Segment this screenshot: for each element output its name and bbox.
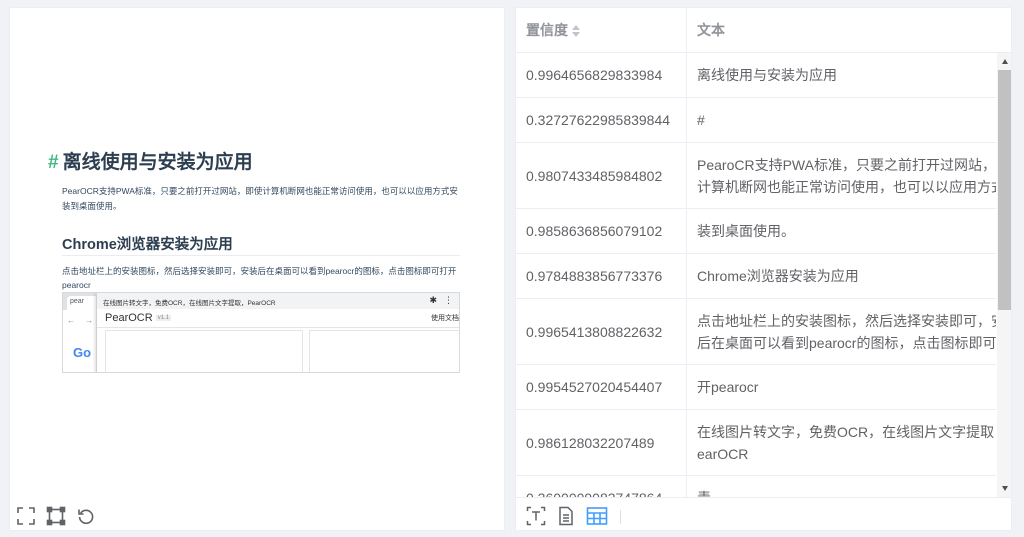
text-line: Chrome浏览器安装为应用 <box>697 268 859 284</box>
table-row[interactable]: 0.9858636856079102 装到桌面使用。 <box>516 209 996 254</box>
preview-divider <box>62 255 460 256</box>
confidence-cell: 0.9964656829833984 <box>516 53 687 97</box>
text-cell: 青 <box>687 476 996 497</box>
heading-text: 离线使用与安装为应用 <box>62 152 253 173</box>
popup-version-badge: v1.1 <box>155 315 172 322</box>
heading-hash: # <box>48 152 59 173</box>
popup-docs-link: 使用文档 <box>431 315 459 322</box>
image-toolbar <box>15 505 97 529</box>
scroll-down-arrow-icon[interactable] <box>1002 486 1008 491</box>
text-cell: PearoCR支持PWA标准，只要之前打开过网站，即使 计算机断网也能正常访问使用… <box>687 143 996 208</box>
confidence-header-label: 置信度 <box>526 22 568 38</box>
table-row[interactable]: 0.9964656829833984 离线使用与安装为应用 <box>516 53 996 98</box>
confidence-cell: 0.3600009083747864 <box>516 476 687 497</box>
table-row[interactable]: 0.9784883856773376 Chrome浏览器安装为应用 <box>516 254 996 299</box>
confidence-cell: 0.9858636856079102 <box>516 209 687 253</box>
nav-arrows-icon: ← → <box>67 316 98 325</box>
text-line: 计算机断网也能正常访问使用，也可以以应用方式安 <box>697 178 996 195</box>
popup-app-name: PearOCR <box>105 312 153 324</box>
confidence-cell: 0.9784883856773376 <box>516 254 687 298</box>
google-logo: Go <box>73 345 92 360</box>
popup-app-title: PearOCR v1.1 <box>105 312 172 324</box>
text-recognize-icon[interactable] <box>525 505 547 527</box>
table-row[interactable]: 0.9965413808822632 点击地址栏上的安装图标，然后选择安装即可，安… <box>516 299 996 365</box>
confidence-cell: 0.9807433485984802 <box>516 143 687 208</box>
text-line: earOCR <box>697 445 749 462</box>
vertical-scrollbar[interactable] <box>997 53 1011 497</box>
text-cell: 离线使用与安装为应用 <box>687 53 996 97</box>
text-cell: # <box>687 98 996 142</box>
confidence-cell: 0.32727622985839844 <box>516 98 687 142</box>
table-icon[interactable] <box>586 505 608 527</box>
confidence-cell: 0.9954527020454407 <box>516 365 687 409</box>
popup-title-bar: 在线图片转文字，免费OCR，在线图片文字提取，PearOCR <box>97 293 459 309</box>
crop-icon[interactable] <box>45 505 67 527</box>
text-cell: 装到桌面使用。 <box>687 209 996 253</box>
text-line: 开pearocr <box>697 379 759 395</box>
toolbar-divider <box>620 510 621 524</box>
rotate-icon[interactable] <box>75 505 97 527</box>
preview-browser-screenshot: pear ← → Go 在线图片转文字，免费OCR，在线图片文字提取，PearO… <box>62 292 460 373</box>
column-header-text: 文本 <box>697 22 725 38</box>
puzzle-icon: ✱ <box>429 295 437 305</box>
text-line: 在线图片转文字，免费OCR，在线图片文字提取，P <box>697 423 996 440</box>
confidence-cell: 0.986128032207489 <box>516 410 687 475</box>
table-row[interactable]: 0.9807433485984802 PearoCR支持PWA标准，只要之前打开过… <box>516 143 996 209</box>
text-line: PearoCR支持PWA标准，只要之前打开过网站，即使 <box>697 156 996 173</box>
confidence-cell: 0.9965413808822632 <box>516 299 687 364</box>
scroll-thumb[interactable] <box>998 70 1011 310</box>
text-cell: 开pearocr <box>687 365 996 409</box>
table-row[interactable]: 0.32727622985839844 # <box>516 98 996 143</box>
table-row[interactable]: 0.9954527020454407 开pearocr <box>516 365 996 410</box>
sort-icon[interactable] <box>572 24 580 38</box>
table-row[interactable]: 0.3600009083747864 青 <box>516 476 996 497</box>
text-cell: 在线图片转文字，免费OCR，在线图片文字提取，P earOCR <box>687 410 996 475</box>
text-line: # <box>697 112 705 128</box>
popup-pane-right <box>309 330 459 372</box>
preview-heading: # 离线使用与安装为应用 <box>48 147 253 174</box>
table-header: 置信度 文本 <box>516 8 1011 53</box>
image-preview-panel: # 离线使用与安装为应用 PearOCR支持PWA标准，只要之前打开过网站，即使计… <box>9 7 505 531</box>
preview-paragraph-1: PearOCR支持PWA标准，只要之前打开过网站，即使计算机断网也能正常访问使用… <box>62 186 458 211</box>
preview-subheading: Chrome浏览器安装为应用 <box>62 237 233 253</box>
fullscreen-icon[interactable] <box>15 505 37 527</box>
popup-pane-left <box>105 330 303 372</box>
popup-divider <box>97 327 459 328</box>
text-line: 离线使用与安装为应用 <box>697 67 837 83</box>
preview-image: # 离线使用与安装为应用 PearOCR支持PWA标准，只要之前打开过网站，即使计… <box>48 133 461 373</box>
result-toolbar <box>516 497 1011 530</box>
text-line: 点击地址栏上的安装图标，然后选择安装即可，安装 <box>697 312 996 329</box>
text-cell: Chrome浏览器安装为应用 <box>687 254 996 298</box>
table-body: 0.9964656829833984 离线使用与安装为应用 0.3272762298… <box>516 53 996 497</box>
scroll-up-arrow-icon[interactable] <box>1002 59 1008 64</box>
browser-tab: pear <box>67 296 99 310</box>
text-line: 后在桌面可以看到pearocr的图标，点击图标即可打 <box>697 334 996 351</box>
column-header-confidence[interactable]: 置信度 <box>516 8 687 53</box>
table-row[interactable]: 0.986128032207489 在线图片转文字，免费OCR，在线图片文字提取，… <box>516 410 996 476</box>
preview-paragraph-2: 点击地址栏上的安装图标，然后选择安装即可，安装后在桌面可以看到pearocr的图… <box>62 266 457 290</box>
document-icon[interactable] <box>555 505 577 527</box>
text-line: 装到桌面使用。 <box>697 223 795 239</box>
text-line: 青 <box>697 487 711 497</box>
install-popup: 在线图片转文字，免费OCR，在线图片文字提取，PearOCR ✱ ⋮ PearO… <box>96 293 459 372</box>
text-cell: 点击地址栏上的安装图标，然后选择安装即可，安装 后在桌面可以看到pearocr的图… <box>687 299 996 364</box>
ocr-result-panel: 置信度 文本 0.9964656829833984 离线使用与安装为应用 0.327… <box>515 7 1012 531</box>
more-dots-icon: ⋮ <box>444 295 453 305</box>
